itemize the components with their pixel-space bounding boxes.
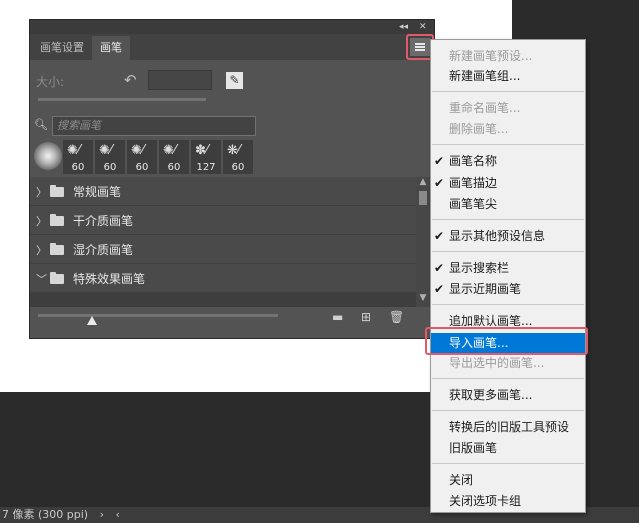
brush-edit-icon[interactable]: ✎	[226, 72, 243, 89]
status-collapse-icon[interactable]: ‹	[116, 508, 120, 521]
brush-size-row: 大小: ↶ ✎	[36, 70, 426, 92]
menu-item-get-more-brushes[interactable]: 获取更多画笔...	[431, 385, 585, 405]
menu-separator	[432, 463, 584, 464]
chevron-right-icon[interactable]: 〉	[36, 213, 47, 229]
brush-group-row[interactable]: ﹀ 特殊效果画笔	[30, 264, 416, 293]
brush-group-label: 常规画笔	[73, 185, 122, 199]
menu-item-legacy-brushes[interactable]: 旧版画笔	[431, 438, 585, 458]
search-row: 🔍︎ 搜索画笔	[34, 116, 256, 136]
checkmark-icon: ✔	[434, 282, 445, 296]
soft-round-brush-icon	[34, 142, 62, 170]
scroll-up-icon[interactable]: ▲	[418, 177, 428, 187]
chevron-down-icon[interactable]: ﹀	[36, 271, 47, 287]
brush-stroke-icon: ✺⁄	[163, 143, 177, 158]
menu-item-rename-brush[interactable]: 重命名画笔...	[431, 98, 585, 118]
recent-brush-preset[interactable]: ✺⁄ 60	[127, 140, 157, 174]
collapse-icon[interactable]: ◂◂	[399, 20, 408, 34]
panel-footer: ▬ ⊞ 🗑︎	[30, 307, 434, 329]
scroll-down-icon[interactable]: ▼	[418, 293, 428, 303]
menu-separator	[432, 144, 584, 145]
menu-item-export-selected-brushes[interactable]: 导出选中的画笔...	[431, 353, 585, 373]
folder-icon	[50, 243, 64, 255]
brush-stroke-icon: ✺⁄	[131, 143, 145, 158]
open-folder-icon	[50, 272, 64, 284]
brush-stroke-icon: ✺⁄	[67, 143, 81, 158]
recent-brush-preset[interactable]: ✺⁄ 60	[95, 140, 125, 174]
menu-item-new-brush-group[interactable]: 新建画笔组...	[431, 66, 585, 86]
size-slider[interactable]	[38, 98, 206, 101]
brush-list-scrollbar[interactable]: ▲ ▼	[416, 177, 430, 307]
folder-icon	[50, 185, 64, 197]
menu-item-close[interactable]: 关闭	[431, 470, 585, 490]
new-brush-icon[interactable]: ⊞	[361, 310, 371, 324]
reset-size-icon[interactable]: ↶	[124, 71, 137, 89]
brush-group-list: 〉 常规画笔 〉 干介质画笔 〉 湿介质画笔 ﹀ 特殊效果画笔 ▲ ▼	[30, 177, 434, 307]
tab-brush-settings[interactable]: 画笔设置	[32, 36, 92, 60]
menu-item-close-tab-group[interactable]: 关闭选项卡组	[431, 491, 585, 511]
brush-stroke-icon: ❋⁄	[227, 143, 241, 158]
search-icon: 🔍︎	[34, 118, 48, 131]
brushes-panel: ◂◂ ✕ 画笔设置 画笔 大小: ↶ ✎ 🔍︎ 搜索画笔 ✺⁄ 60 ✺⁄ 60…	[29, 19, 435, 339]
menu-separator	[432, 410, 584, 411]
menu-item-brush-tip[interactable]: 画笔笔尖	[431, 194, 585, 214]
tab-brushes[interactable]: 画笔	[92, 36, 130, 60]
preview-size-slider[interactable]	[38, 314, 278, 317]
menu-separator	[432, 378, 584, 379]
brush-group-label: 特殊效果画笔	[73, 272, 146, 286]
recent-brush-preset[interactable]: ❋⁄ 60	[223, 140, 253, 174]
status-document-info: 7 像素 (300 ppi)	[2, 508, 89, 521]
size-label: 大小:	[36, 75, 65, 89]
menu-item-show-search-bar[interactable]: ✔ 显示搜索栏	[431, 258, 585, 278]
brush-group-label: 湿介质画笔	[73, 243, 134, 257]
menu-item-converted-legacy-presets[interactable]: 转换后的旧版工具预设	[431, 417, 585, 437]
menu-separator	[432, 304, 584, 305]
menu-separator	[432, 91, 584, 92]
close-icon[interactable]: ✕	[419, 20, 427, 34]
brush-stroke-icon: ✺⁄	[99, 143, 113, 158]
panel-title-bar[interactable]: ◂◂ ✕	[30, 20, 434, 34]
status-expand-icon[interactable]: ›	[100, 508, 104, 521]
menu-separator	[432, 251, 584, 252]
brush-group-row[interactable]: 〉 干介质画笔	[30, 206, 416, 235]
chevron-right-icon[interactable]: 〉	[36, 242, 47, 258]
recent-brush-preset[interactable]: ✽⁄ 127	[191, 140, 221, 174]
brush-group-label: 干介质画笔	[73, 214, 134, 228]
menu-separator	[432, 219, 584, 220]
menu-item-new-brush-preset[interactable]: 新建画笔预设...	[431, 46, 585, 66]
menu-item-show-preset-info[interactable]: ✔ 显示其他预设信息	[431, 226, 585, 246]
size-input[interactable]	[148, 70, 212, 90]
scrollbar-thumb[interactable]	[419, 191, 427, 205]
checkmark-icon: ✔	[434, 154, 445, 168]
checkmark-icon: ✔	[434, 229, 445, 243]
import-item-highlight	[425, 327, 588, 355]
folder-icon	[50, 214, 64, 226]
brush-group-contents[interactable]	[30, 293, 416, 307]
new-folder-icon[interactable]: ▬	[332, 310, 343, 324]
menu-item-brush-stroke[interactable]: ✔ 画笔描边	[431, 173, 585, 193]
recent-brush-preset[interactable]: ✺⁄ 60	[63, 140, 93, 174]
chevron-right-icon[interactable]: 〉	[36, 184, 47, 200]
recent-brushes: ✺⁄ 60 ✺⁄ 60 ✺⁄ 60 ✺⁄ 60 ✽⁄ 127 ❋⁄ 60	[30, 140, 260, 174]
trash-icon[interactable]: 🗑︎	[389, 310, 404, 324]
search-input[interactable]: 搜索画笔	[52, 116, 256, 136]
menu-item-show-recent-brushes[interactable]: ✔ 显示近期画笔	[431, 279, 585, 299]
menu-item-brush-name[interactable]: ✔ 画笔名称	[431, 151, 585, 171]
recent-brush-preset[interactable]	[30, 140, 62, 174]
brush-stroke-icon: ✽⁄	[195, 143, 209, 158]
recent-brush-preset[interactable]: ✺⁄ 60	[159, 140, 189, 174]
panel-tabs: 画笔设置 画笔	[30, 34, 434, 60]
slider-knob[interactable]	[87, 316, 97, 325]
panel-flyout-menu: 新建画笔预设... 新建画笔组... 重命名画笔... 删除画笔... ✔ 画笔名…	[430, 39, 586, 513]
brush-group-row[interactable]: 〉 常规画笔	[30, 177, 416, 206]
menu-item-delete-brush[interactable]: 删除画笔...	[431, 119, 585, 139]
checkmark-icon: ✔	[434, 261, 445, 275]
brush-group-row[interactable]: 〉 湿介质画笔	[30, 235, 416, 264]
checkmark-icon: ✔	[434, 176, 445, 190]
